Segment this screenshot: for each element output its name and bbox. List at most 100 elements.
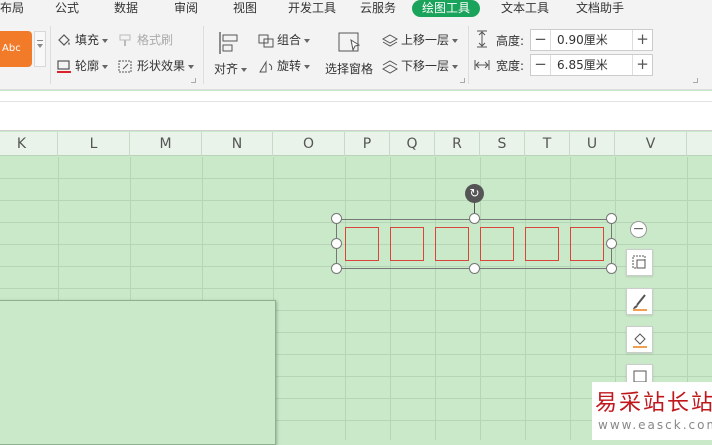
column-header-l[interactable]: L xyxy=(58,132,130,156)
rectangle-shape[interactable] xyxy=(525,227,559,261)
align-button[interactable]: 对齐 xyxy=(212,30,248,80)
frame-button[interactable] xyxy=(626,364,653,384)
format-brush-icon xyxy=(119,34,131,46)
fill-bucket-button[interactable] xyxy=(626,326,653,353)
menu-data[interactable]: 数据 xyxy=(114,0,138,18)
grid-line xyxy=(435,157,436,440)
chevron-down-icon xyxy=(241,67,248,72)
shape-effect-button[interactable]: 形状效果 xyxy=(118,56,195,76)
scroll-bar-mark xyxy=(37,40,43,41)
shape-effect-label: 形状效果 xyxy=(137,59,186,73)
chevron-down-icon xyxy=(304,64,311,69)
column-header-v[interactable]: V xyxy=(615,132,687,156)
resize-handle-top[interactable] xyxy=(469,213,480,224)
rectangle-shape[interactable] xyxy=(345,227,379,261)
ribbon-separator xyxy=(50,26,51,84)
group-expand-icon[interactable] xyxy=(693,78,698,83)
selection-pane-button[interactable]: 选择窗格 xyxy=(322,30,378,80)
group-expand-icon[interactable] xyxy=(460,78,465,83)
height-increase-button[interactable]: + xyxy=(632,30,652,50)
embedded-shape[interactable] xyxy=(0,300,276,445)
menu-text-tools[interactable]: 文本工具 xyxy=(501,0,549,18)
menu-formula[interactable]: 公式 xyxy=(55,0,79,18)
height-value[interactable]: 0.90厘米 xyxy=(557,30,608,50)
rotate-label: 旋转 xyxy=(277,59,302,73)
menu-bar: 布局 公式 数据 审阅 视图 开发工具 云服务 绘图工具 文本工具 文档助手 xyxy=(0,0,712,20)
layout-options-button[interactable] xyxy=(626,249,653,276)
resize-handle-bottom-left[interactable] xyxy=(331,263,342,274)
width-decrease-button[interactable]: − xyxy=(531,55,551,75)
rotate-handle-icon[interactable]: ↻ xyxy=(465,184,484,203)
column-header-t[interactable]: T xyxy=(525,132,570,156)
outline-brush-icon xyxy=(633,294,647,311)
width-field[interactable]: − 6.85厘米 + xyxy=(530,54,653,76)
chevron-down-icon xyxy=(102,38,109,43)
column-header-u[interactable]: U xyxy=(570,132,615,156)
rectangle-shape[interactable] xyxy=(435,227,469,261)
format-brush-button[interactable]: 格式刷 xyxy=(118,30,173,50)
fill-label: 填充 xyxy=(75,33,100,47)
fill-button[interactable]: 填充 xyxy=(56,30,109,50)
menu-review[interactable]: 审阅 xyxy=(174,0,198,18)
menu-layout[interactable]: 布局 xyxy=(0,0,24,18)
rotate-button[interactable]: 旋转 xyxy=(258,56,311,76)
format-brush-label: 格式刷 xyxy=(137,33,174,47)
width-increase-button[interactable]: + xyxy=(632,55,652,75)
column-header-o[interactable]: O xyxy=(273,132,345,156)
send-backward-button[interactable]: 下移一层 xyxy=(381,56,459,76)
fill-icon xyxy=(58,33,70,46)
group-expand-icon[interactable] xyxy=(191,78,196,83)
formula-bar-divider xyxy=(0,101,712,102)
grid-line xyxy=(345,157,346,440)
column-header-m[interactable]: M xyxy=(130,132,202,156)
chevron-down-icon xyxy=(304,38,311,43)
menu-cloud[interactable]: 云服务 xyxy=(360,0,396,18)
column-header-n[interactable]: N xyxy=(202,132,273,156)
column-header-r[interactable]: R xyxy=(435,132,480,156)
shape-effect-icon xyxy=(118,60,132,72)
menu-doc-assistant[interactable]: 文档助手 xyxy=(576,0,624,18)
resize-handle-bottom[interactable] xyxy=(469,263,480,274)
align-icon xyxy=(219,32,238,54)
menu-developer[interactable]: 开发工具 xyxy=(288,0,336,18)
ribbon-separator xyxy=(203,26,204,84)
width-icon xyxy=(474,60,490,70)
column-header-s[interactable]: S xyxy=(480,132,525,156)
rectangle-shape[interactable] xyxy=(570,227,604,261)
rotate-icon xyxy=(259,59,273,72)
menu-drawing-tools[interactable]: 绘图工具 xyxy=(412,0,481,17)
shape-style-preview[interactable]: Abc xyxy=(0,31,32,67)
resize-handle-left[interactable] xyxy=(331,238,342,249)
resize-handle-bottom-right[interactable] xyxy=(606,263,617,274)
width-label: 宽度: xyxy=(496,59,525,73)
height-decrease-button[interactable]: − xyxy=(531,30,551,50)
column-header: K L M N O P Q R S T U V xyxy=(0,132,712,156)
rectangle-shape[interactable] xyxy=(390,227,424,261)
outline-button[interactable]: 轮廓 xyxy=(56,56,109,76)
bring-forward-button[interactable]: 上移一层 xyxy=(381,30,459,50)
outline-label: 轮廓 xyxy=(75,59,100,73)
outline-icon xyxy=(57,59,71,73)
collapse-icon[interactable]: − xyxy=(630,221,647,238)
menu-view[interactable]: 视图 xyxy=(233,0,257,18)
column-header-q[interactable]: Q xyxy=(390,132,435,156)
send-backward-icon xyxy=(381,59,399,74)
rectangle-shape[interactable] xyxy=(480,227,514,261)
resize-handle-top-right[interactable] xyxy=(606,213,617,224)
column-header-p[interactable]: P xyxy=(345,132,390,156)
height-label: 高度: xyxy=(496,34,525,48)
resize-handle-top-left[interactable] xyxy=(331,213,342,224)
chevron-down-icon xyxy=(188,64,195,69)
height-field[interactable]: − 0.90厘米 + xyxy=(530,29,653,51)
outline-brush-button[interactable] xyxy=(626,288,653,315)
width-value[interactable]: 6.85厘米 xyxy=(557,55,608,75)
column-header-k[interactable]: K xyxy=(0,132,58,156)
resize-handle-right[interactable] xyxy=(606,238,617,249)
formula-bar[interactable] xyxy=(0,91,712,131)
ribbon-separator xyxy=(468,26,469,84)
style-gallery-scroll[interactable] xyxy=(34,31,46,67)
watermark-logo: 易采站长站 www.easck.com xyxy=(592,382,712,440)
bring-forward-icon xyxy=(381,33,399,47)
chevron-down-icon xyxy=(452,38,459,43)
group-button[interactable]: 组合 xyxy=(258,30,311,50)
